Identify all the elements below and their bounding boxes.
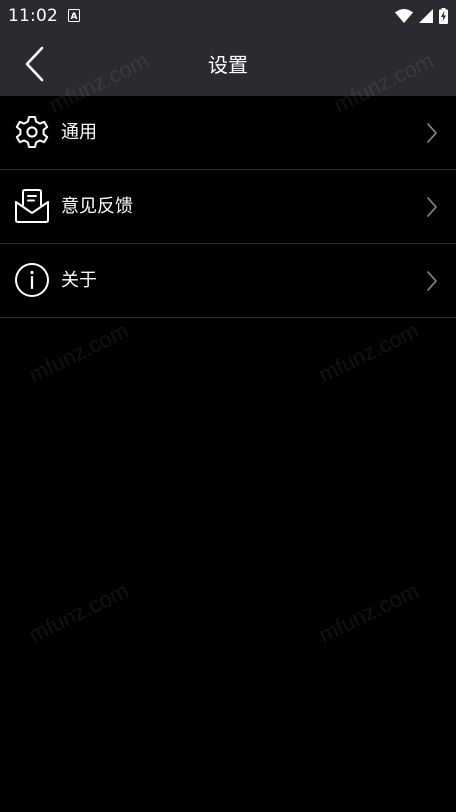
status-time: 11:02: [8, 6, 58, 26]
battery-charging-icon: [439, 8, 448, 24]
menu-item-general[interactable]: 通用: [0, 96, 456, 170]
wifi-icon: [395, 9, 413, 23]
chevron-right-icon: [427, 197, 437, 217]
status-bar: 11:02 A: [0, 0, 456, 32]
watermark: mfunz.com: [24, 317, 133, 388]
page-title: 设置: [208, 53, 248, 77]
menu-item-label: 意见反馈: [61, 196, 133, 217]
chevron-right-icon: [427, 271, 437, 291]
svg-text:A: A: [71, 12, 78, 22]
menu-item-label: 通用: [61, 122, 97, 143]
menu-item-label: 关于: [61, 270, 97, 291]
watermark: mfunz.com: [24, 577, 133, 648]
info-circle-icon: [15, 263, 49, 297]
a-text-icon: A: [68, 9, 80, 22]
menu-item-feedback[interactable]: 意见反馈: [0, 170, 456, 244]
status-icons: [395, 7, 448, 25]
gear-icon: [15, 116, 49, 148]
chevron-right-icon: [427, 123, 437, 143]
settings-menu-list: 通用 意见反馈 关于: [0, 96, 456, 318]
watermark: mfunz.com: [314, 317, 423, 388]
app-bar: 设置: [0, 32, 456, 96]
feedback-envelope-icon: [15, 189, 49, 223]
watermark: mfunz.com: [314, 577, 423, 648]
cell-signal-icon: [419, 9, 433, 23]
menu-item-about[interactable]: 关于: [0, 244, 456, 318]
